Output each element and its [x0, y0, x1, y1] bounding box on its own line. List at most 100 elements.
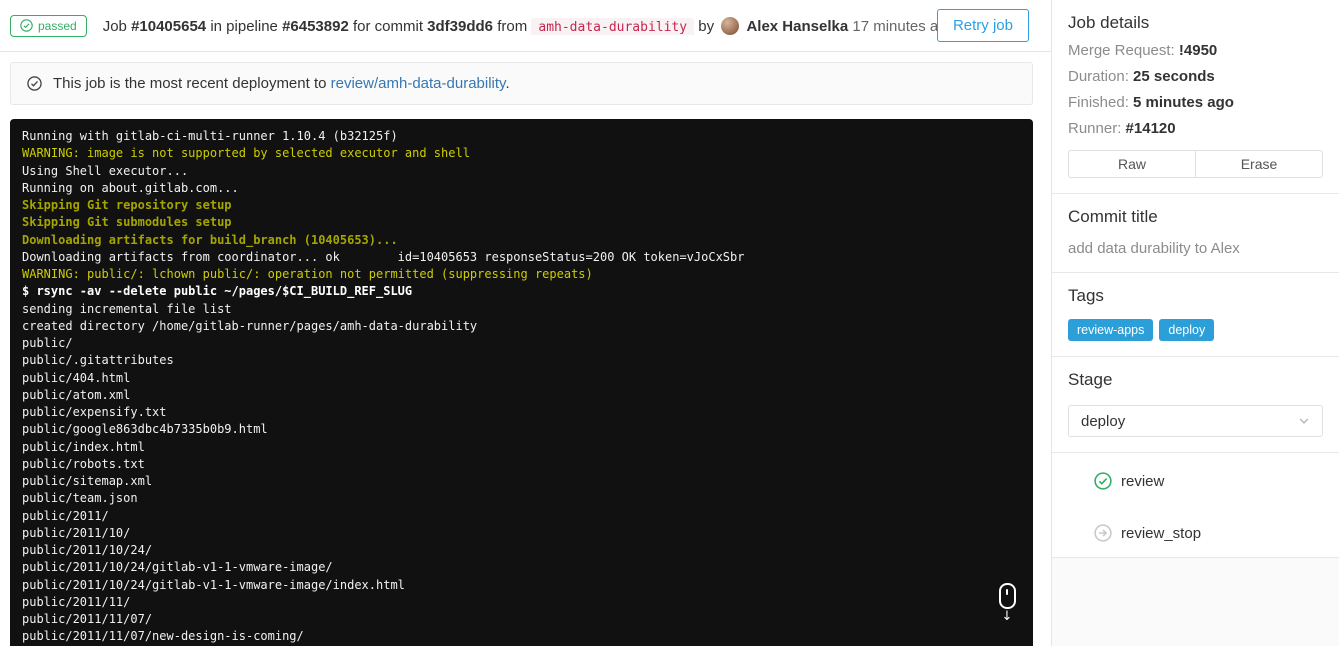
- commit-title-text: add data durability to Alex: [1068, 240, 1240, 257]
- log-line: sending incremental file list: [22, 301, 232, 316]
- detail-label: Duration:: [1068, 68, 1129, 85]
- job-details-block: Job details Merge Request: !4950 Duratio…: [1052, 0, 1339, 194]
- log-line: public/2011/10/: [22, 525, 131, 540]
- check-circle-icon: [27, 76, 42, 91]
- mouse-scroll-icon: [998, 583, 1016, 609]
- tag-list: review-apps deploy: [1068, 319, 1323, 341]
- detail-label: Runner:: [1068, 120, 1122, 137]
- notice-suffix: .: [505, 75, 510, 92]
- build-header: passed Job #10405654 in pipeline #645389…: [0, 0, 1051, 52]
- status-label: passed: [38, 18, 77, 33]
- time-ago: 17 minutes ago: [852, 17, 937, 35]
- commit-sha-link[interactable]: 3df39dd6: [427, 18, 493, 35]
- log-line: public/index.html: [22, 439, 145, 454]
- log-line: public/.gitattributes: [22, 353, 174, 368]
- raw-button[interactable]: Raw: [1068, 150, 1196, 178]
- sidebar-empty-area: [1052, 558, 1339, 646]
- log-line: public/2011/: [22, 508, 109, 523]
- stage-header: Stage: [1068, 370, 1113, 389]
- detail-label: Merge Request:: [1068, 42, 1175, 59]
- log-line: public/google863dbc4b7335b0b9.html: [22, 422, 268, 437]
- stage-selected-value: deploy: [1081, 412, 1126, 430]
- log-line: WARNING: image is not supported by selec…: [22, 146, 470, 161]
- job-page: passed Job #10405654 in pipeline #645389…: [0, 0, 1339, 646]
- log-line: public/2011/11/07/new-design-is-coming/: [22, 629, 304, 644]
- log-line: public/2011/11/07/: [22, 612, 153, 626]
- job-trace-terminal[interactable]: Running with gitlab-ci-multi-runner 1.10…: [10, 119, 1033, 646]
- build-name: review: [1121, 472, 1165, 490]
- notice-text: This job is the most recent deployment t…: [53, 75, 327, 92]
- log-line: public/team.json: [22, 491, 138, 506]
- tag-badge[interactable]: review-apps: [1068, 319, 1154, 341]
- erase-button[interactable]: Erase: [1195, 150, 1323, 178]
- retry-job-button[interactable]: Retry job: [936, 9, 1029, 42]
- stage-builds-list: review review_stop: [1052, 453, 1339, 558]
- detail-row: Runner: #14120: [1068, 120, 1323, 137]
- log-line: public/404.html: [22, 370, 131, 385]
- main-column: passed Job #10405654 in pipeline #645389…: [0, 0, 1051, 646]
- chevron-down-icon: [1299, 418, 1309, 424]
- log-line: public/2011/11/: [22, 594, 131, 609]
- build-item[interactable]: review_stop: [1094, 521, 1323, 545]
- status-manual-icon: [1094, 524, 1112, 542]
- trace-actions: Raw Erase: [1068, 150, 1323, 178]
- detail-row: Duration: 25 seconds: [1068, 68, 1323, 85]
- log-line: public/2011/10/24/: [22, 543, 153, 557]
- log-line: public/2011/10/24/gitlab-v1-1-vmware-ima…: [22, 577, 405, 592]
- status-success-icon: [1094, 472, 1112, 490]
- log-line: Downloading artifacts from coordinator..…: [22, 249, 745, 264]
- detail-label: Finished:: [1068, 94, 1129, 111]
- in-pipeline-label: in pipeline: [210, 17, 278, 35]
- build-name: review_stop: [1121, 524, 1202, 542]
- job-sidebar: Job details Merge Request: !4950 Duratio…: [1051, 0, 1339, 646]
- arrow-down-icon: ↓: [1001, 609, 1013, 624]
- deployment-notice-text: This job is the most recent deployment t…: [53, 75, 510, 92]
- log-line: public/2011/10/24/gitlab-v1-1-vmware-ima…: [22, 560, 333, 575]
- log-line: Running on about.gitlab.com...: [22, 180, 239, 195]
- log-line: Running with gitlab-ci-multi-runner 1.10…: [22, 129, 398, 143]
- check-circle-icon: [20, 19, 33, 32]
- job-label: Job: [102, 17, 127, 35]
- log-line: Skipping Git repository setup: [22, 198, 232, 212]
- tags-header: Tags: [1068, 286, 1104, 305]
- log-line: public/: [22, 336, 73, 350]
- log-line: public/sitemap.xml: [22, 474, 153, 488]
- detail-value: 5 minutes ago: [1133, 94, 1234, 111]
- log-line: Downloading artifacts for build_branch (…: [22, 232, 398, 247]
- branch-ref-link[interactable]: amh-data-durability: [531, 17, 695, 35]
- detail-row: Merge Request: !4950: [1068, 42, 1323, 59]
- log-line: Using Shell executor...: [22, 163, 189, 178]
- build-item[interactable]: review: [1094, 469, 1323, 493]
- author-avatar[interactable]: [721, 16, 740, 35]
- detail-value: !4950: [1178, 42, 1218, 59]
- log-line: public/robots.txt: [22, 456, 145, 471]
- pipeline-id-link[interactable]: #6453892: [282, 18, 349, 35]
- for-commit-label: for commit: [352, 17, 423, 35]
- log-line: public/atom.xml: [22, 387, 131, 402]
- from-label: from: [497, 17, 528, 35]
- tags-block: Tags review-apps deploy: [1052, 273, 1339, 357]
- job-id-link[interactable]: #10405654: [131, 18, 206, 35]
- job-details-title: Job details: [1068, 13, 1150, 32]
- log-line: $ rsync -av --delete public ~/pages/$CI_…: [22, 284, 413, 299]
- author-name-link[interactable]: Alex Hanselka: [746, 18, 848, 35]
- job-details-list: Merge Request: !4950 Duration: 25 second…: [1068, 42, 1323, 137]
- commit-title-block: Commit title add data durability to Alex: [1052, 194, 1339, 273]
- stage-block: Stage deploy: [1052, 357, 1339, 453]
- environment-link[interactable]: review/amh-data-durability: [331, 75, 506, 92]
- by-label: by: [698, 17, 715, 35]
- log-line: Skipping Git submodules setup: [22, 215, 232, 230]
- log-line: created directory /home/gitlab-runner/pa…: [22, 318, 478, 333]
- status-badge[interactable]: passed: [10, 14, 87, 37]
- detail-value: 25 seconds: [1133, 68, 1215, 85]
- detail-value: #14120: [1125, 120, 1176, 137]
- log-line: WARNING: public/: lchown public/: operat…: [22, 267, 593, 281]
- deployment-notice: This job is the most recent deployment t…: [10, 62, 1033, 105]
- autoscroll-indicator[interactable]: ↓: [995, 583, 1019, 623]
- log-line: public/expensify.txt: [22, 405, 167, 419]
- stage-select[interactable]: deploy: [1068, 405, 1323, 437]
- tag-badge[interactable]: deploy: [1159, 319, 1215, 341]
- job-summary: Job #10405654 in pipeline #6453892 for c…: [102, 16, 937, 35]
- detail-row: Finished: 5 minutes ago: [1068, 94, 1323, 111]
- commit-title-header: Commit title: [1068, 207, 1158, 226]
